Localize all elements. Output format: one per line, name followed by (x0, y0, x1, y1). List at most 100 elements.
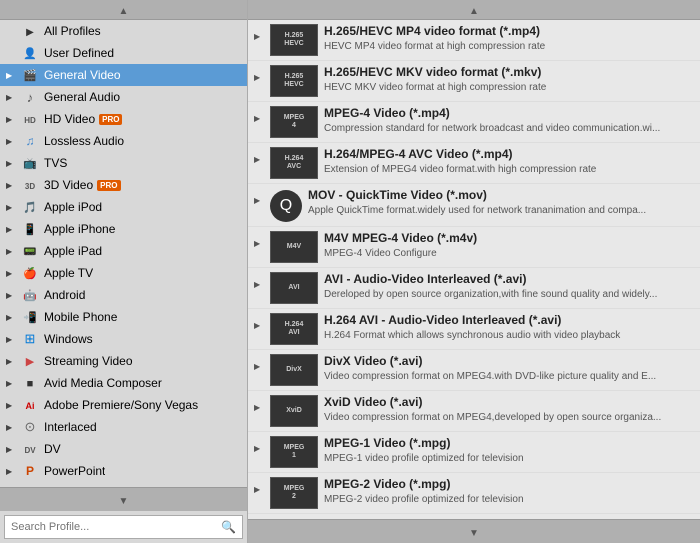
right-panel: ▶ H.265 HEVC H.265/HEVC MP4 video format (… (248, 0, 700, 543)
item-type-icon (21, 89, 39, 105)
left-scroll-up[interactable] (0, 0, 247, 20)
format-thumbnail: H.264 AVC (270, 147, 318, 179)
right-item-divx[interactable]: ▶ DivX DivX Video (*.avi)Video compression… (248, 350, 700, 391)
item-label: Avid Media Composer (44, 376, 162, 390)
format-thumbnail: AVI (270, 272, 318, 304)
format-content: DivX Video (*.avi)Video compression form… (324, 354, 694, 383)
format-thumbnail: Q (270, 190, 302, 222)
item-label: Apple iPhone (44, 222, 115, 236)
right-item-arrow-icon: ▶ (254, 313, 266, 330)
item-arrow-icon: ▶ (6, 423, 18, 432)
format-thumbnail: MPEG 2 (270, 477, 318, 509)
left-item-apple-ipod[interactable]: ▶Apple iPod (0, 196, 247, 218)
format-thumbnail: M4V (270, 231, 318, 263)
left-item-dv[interactable]: ▶DV (0, 438, 247, 460)
item-label: HD Video (44, 112, 95, 126)
format-content: MPEG-4 Video (*.mp4)Compression standard… (324, 106, 694, 135)
left-item-hd-video[interactable]: ▶HD VideoPRO (0, 108, 247, 130)
right-item-mpeg4-mp4[interactable]: ▶MPEG 4MPEG-4 Video (*.mp4)Compression s… (248, 102, 700, 143)
item-label: Streaming Video (44, 354, 133, 368)
left-item-tvs[interactable]: ▶TVS (0, 152, 247, 174)
item-label: 3D Video (44, 178, 93, 192)
format-content: XviD Video (*.avi)Video compression form… (324, 395, 694, 424)
item-type-icon (21, 375, 39, 391)
item-label: PowerPoint (44, 464, 105, 478)
right-item-mpeg2[interactable]: ▶MPEG 2MPEG-2 Video (*.mpg)MPEG-2 video … (248, 473, 700, 514)
format-desc: Video compression format on MPEG4,develo… (324, 411, 694, 424)
right-item-h264-avc[interactable]: ▶H.264 AVCH.264/MPEG-4 AVC Video (*.mp4)… (248, 143, 700, 184)
item-type-icon (21, 331, 39, 347)
search-bar[interactable]: 🔍 (4, 515, 243, 539)
right-scroll-up-icon (469, 3, 479, 17)
left-item-apple-tv[interactable]: ▶Apple TV (0, 262, 247, 284)
item-label: General Audio (44, 90, 120, 104)
left-item-streaming-video[interactable]: ▶Streaming Video (0, 350, 247, 372)
right-item-arrow-icon: ▶ (254, 188, 266, 205)
right-item-mpeg1[interactable]: ▶MPEG 1MPEG-1 Video (*.mpg)MPEG-1 video … (248, 432, 700, 473)
right-item-hevc-mp4[interactable]: ▶H.265 HEVCH.265/HEVC MP4 video format (… (248, 20, 700, 61)
right-scroll-down[interactable] (248, 519, 700, 543)
format-title: AVI - Audio-Video Interleaved (*.avi) (324, 272, 694, 288)
left-item-interlaced[interactable]: ▶ Interlaced (0, 416, 247, 438)
item-type-icon (21, 221, 39, 237)
item-label: Apple iPad (44, 244, 102, 258)
format-content: H.264/MPEG-4 AVC Video (*.mp4)Extension … (324, 147, 694, 176)
left-item-windows[interactable]: ▶Windows (0, 328, 247, 350)
right-item-h264-avi[interactable]: ▶H.264 AVIH.264 AVI - Audio-Video Interl… (248, 309, 700, 350)
item-arrow-icon: ▶ (6, 137, 18, 146)
right-scroll-down-icon (469, 525, 479, 539)
format-desc: Compression standard for network broadca… (324, 122, 694, 135)
thumb-label: DivX (285, 365, 303, 375)
format-desc: MPEG-1 video profile optimized for telev… (324, 452, 694, 465)
left-item-mobile-phone[interactable]: ▶Mobile Phone (0, 306, 247, 328)
right-item-arrow-icon: ▶ (254, 354, 266, 371)
left-item-general-audio[interactable]: ▶General Audio (0, 86, 247, 108)
right-item-m4v[interactable]: ▶M4VM4V MPEG-4 Video (*.m4v)MPEG-4 Video… (248, 227, 700, 268)
item-type-icon (21, 419, 39, 435)
format-title: M4V MPEG-4 Video (*.m4v) (324, 231, 694, 247)
left-item-android[interactable]: ▶Android (0, 284, 247, 306)
format-thumbnail: H.264 AVI (270, 313, 318, 345)
format-desc: MPEG-2 video profile optimized for telev… (324, 493, 694, 506)
left-item-user-defined[interactable]: User Defined (0, 42, 247, 64)
item-label: Mobile Phone (44, 310, 117, 324)
left-item-3d-video[interactable]: ▶3D VideoPRO (0, 174, 247, 196)
format-desc: HEVC MKV video format at high compressio… (324, 81, 694, 94)
left-item-general-video[interactable]: ▶General Video (0, 64, 247, 86)
right-scroll-up[interactable] (248, 0, 700, 20)
item-arrow-icon: ▶ (6, 203, 18, 212)
left-scroll-down[interactable] (0, 487, 247, 511)
left-item-powerpoint[interactable]: ▶PowerPoint (0, 460, 247, 482)
format-title: H.265/HEVC MP4 video format (*.mp4) (324, 24, 694, 40)
format-desc: Extension of MPEG4 video format.with hig… (324, 163, 694, 176)
format-thumbnail: MPEG 4 (270, 106, 318, 138)
right-item-arrow-icon: ▶ (254, 147, 266, 164)
format-title: XviD Video (*.avi) (324, 395, 694, 411)
left-item-lossless-audio[interactable]: ▶Lossless Audio (0, 130, 247, 152)
right-item-hevc-mkv[interactable]: ▶H.265 HEVCH.265/HEVC MKV video format (… (248, 61, 700, 102)
thumb-label: H.265 HEVC (283, 72, 304, 89)
format-title: MOV - QuickTime Video (*.mov) (308, 188, 694, 204)
right-item-xvid[interactable]: ▶XviDXviD Video (*.avi)Video compression… (248, 391, 700, 432)
left-item-apple-ipad[interactable]: ▶ Apple iPad (0, 240, 247, 262)
left-item-all-profiles[interactable]: All Profiles (0, 20, 247, 42)
left-item-adobe-premiere[interactable]: ▶Adobe Premiere/Sony Vegas (0, 394, 247, 416)
format-title: MPEG-4 Video (*.mp4) (324, 106, 694, 122)
item-arrow-icon: ▶ (6, 159, 18, 168)
left-item-apple-iphone[interactable]: ▶Apple iPhone (0, 218, 247, 240)
item-label: Interlaced (44, 420, 97, 434)
item-label: DV (44, 442, 61, 456)
search-input[interactable] (11, 521, 221, 533)
left-panel: All ProfilesUser Defined▶General Video▶G… (0, 0, 248, 543)
item-type-icon (21, 111, 39, 127)
left-item-avid-media[interactable]: ▶Avid Media Composer (0, 372, 247, 394)
right-item-avi[interactable]: ▶AVI AVI - Audio-Video Interleaved (*.avi… (248, 268, 700, 309)
scroll-up-icon (119, 3, 129, 17)
right-item-arrow-icon: ▶ (254, 272, 266, 289)
item-label: Windows (44, 332, 93, 346)
format-title: H.264/MPEG-4 AVC Video (*.mp4) (324, 147, 694, 163)
right-item-mov[interactable]: ▶QMOV - QuickTime Video (*.mov)Apple Qui… (248, 184, 700, 227)
format-desc: Video compression format on MPEG4.with D… (324, 370, 694, 383)
item-arrow-icon: ▶ (6, 247, 18, 256)
format-desc: MPEG-4 Video Configure (324, 247, 694, 260)
